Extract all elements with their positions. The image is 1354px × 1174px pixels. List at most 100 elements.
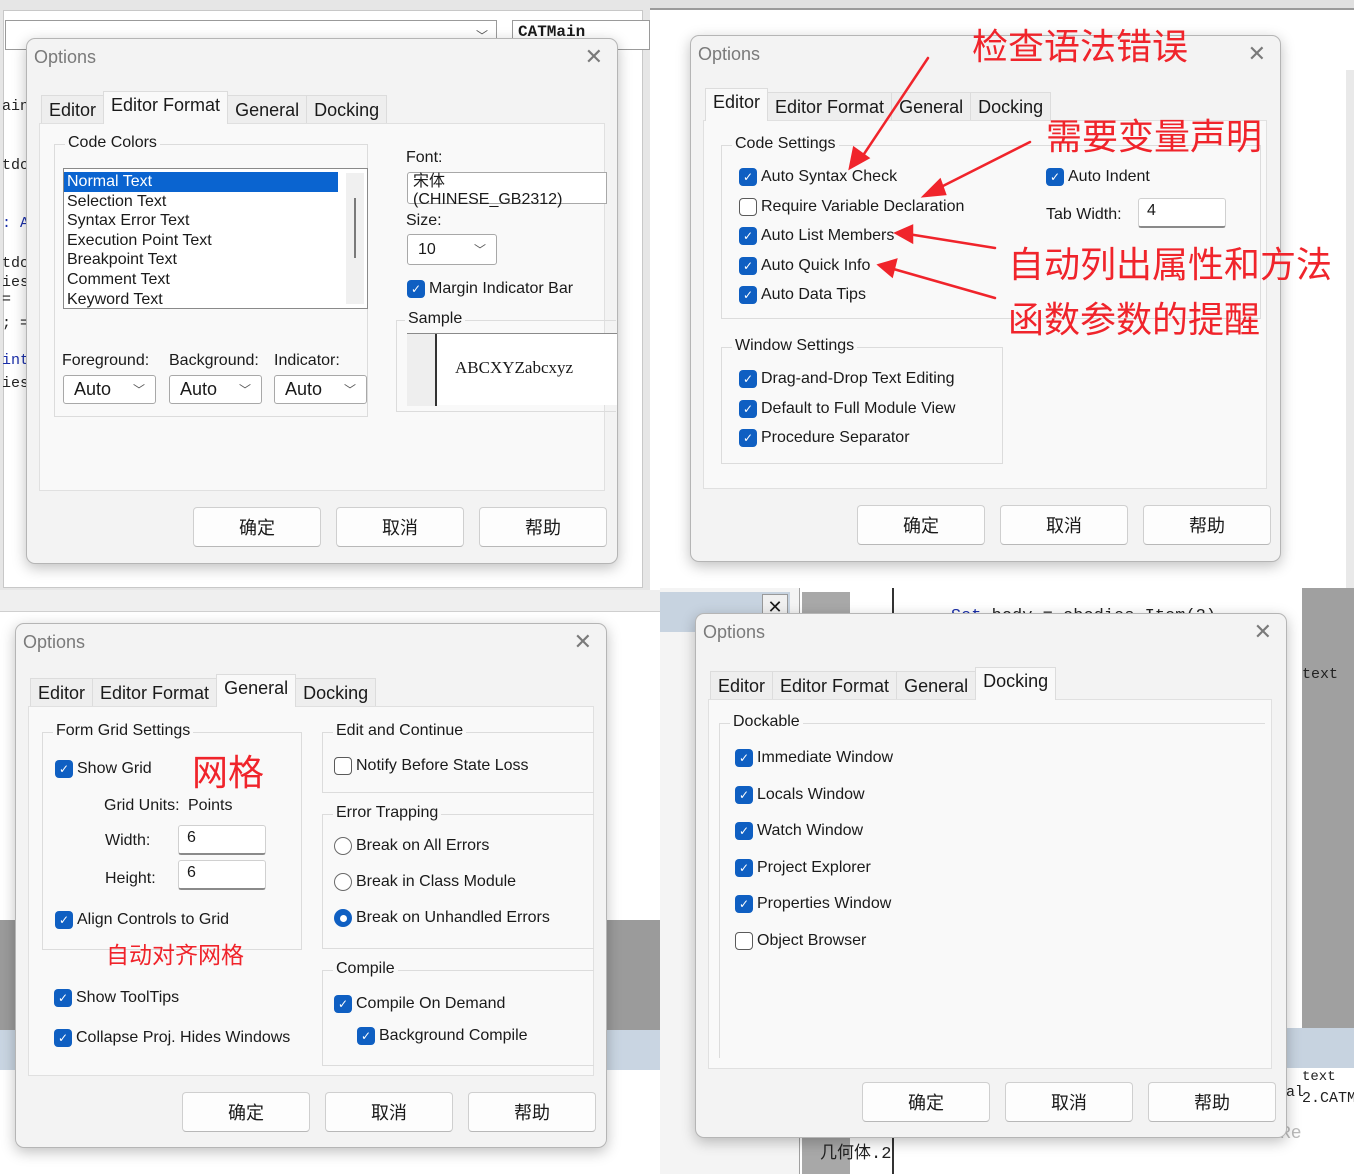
tab-general[interactable]: General [891, 92, 972, 121]
panel-docking: ✕ Set body = obodies.Item(2) text text 2… [660, 588, 1354, 1174]
break-in-class-module-radio[interactable]: Break in Class Module [334, 873, 516, 891]
tab-editor-format[interactable]: Editor Format [767, 92, 893, 121]
show-grid-checkbox[interactable]: ✓ Show Grid [55, 760, 152, 778]
ok-button[interactable]: 确定 [182, 1092, 310, 1132]
collapse-proj-checkbox[interactable]: ✓ Collapse Proj. Hides Windows [54, 1029, 290, 1047]
align-controls-checkbox[interactable]: ✓ Align Controls to Grid [55, 911, 229, 929]
scroll-thumb[interactable] [354, 198, 356, 258]
checkbox-icon: ✓ [357, 1027, 375, 1045]
tab-docking[interactable]: Docking [295, 678, 377, 707]
tab-general[interactable]: General [896, 671, 977, 700]
auto-indent-checkbox[interactable]: ✓ Auto Indent [1046, 168, 1150, 186]
tab-docking[interactable]: Docking [970, 92, 1052, 121]
tab-editor[interactable]: Editor [705, 88, 769, 121]
close-icon[interactable]: ✕ [585, 45, 603, 70]
annotation-quick-info: 函数参数的提醒 [1008, 300, 1261, 341]
list-item[interactable]: Syntax Error Text [64, 211, 367, 231]
size-select[interactable]: 10 ﹀ [407, 234, 497, 265]
cancel-button[interactable]: 取消 [1000, 505, 1128, 545]
help-button[interactable]: 帮助 [1148, 1082, 1276, 1122]
checkbox-label: Properties Window [757, 895, 892, 912]
cancel-button[interactable]: 取消 [325, 1092, 453, 1132]
auto-quick-info-checkbox[interactable]: ✓ Auto Quick Info [739, 256, 870, 275]
chevron-down-icon: ﹀ [343, 383, 356, 397]
ok-button[interactable]: 确定 [857, 505, 985, 545]
panel-general: Options ✕ Editor Editor Format General D… [0, 590, 660, 1174]
ok-button[interactable]: 确定 [193, 507, 321, 547]
show-tooltips-checkbox[interactable]: ✓ Show ToolTips [54, 989, 179, 1007]
require-variable-declaration-checkbox[interactable]: Require Variable Declaration [739, 197, 964, 216]
object-browser-checkbox[interactable]: Object Browser [735, 931, 866, 950]
checkbox-label: Show ToolTips [76, 989, 180, 1006]
background-compile-checkbox[interactable]: ✓ Background Compile [357, 1027, 528, 1045]
tab-docking[interactable]: Docking [975, 667, 1057, 700]
notify-state-loss-checkbox[interactable]: Notify Before State Loss [334, 757, 529, 775]
background-select[interactable]: Auto ﹀ [169, 375, 262, 404]
close-icon[interactable]: ✕ [1254, 620, 1272, 645]
auto-list-members-checkbox[interactable]: ✓ Auto List Members [739, 227, 894, 245]
tab-editor-format[interactable]: Editor Format [772, 671, 898, 700]
options-dialog: Options ✕ Editor Editor Format General D… [695, 613, 1287, 1138]
grid-height-input[interactable]: 6 [178, 860, 266, 890]
tab-editor-format[interactable]: Editor Format [92, 678, 218, 707]
list-item[interactable]: Comment Text [64, 270, 367, 290]
compile-on-demand-checkbox[interactable]: ✓ Compile On Demand [334, 995, 505, 1013]
list-item[interactable]: Keyword Text [64, 290, 367, 310]
edit-continue-group: Edit and Continue Notify Before State Lo… [322, 722, 594, 793]
tab-editor[interactable]: Editor [710, 671, 774, 700]
font-value: 宋体 (CHINESE_GB2312) [413, 173, 563, 208]
project-explorer-checkbox[interactable]: ✓ Project Explorer [735, 858, 871, 877]
auto-syntax-check-checkbox[interactable]: ✓ Auto Syntax Check [739, 168, 897, 186]
top-edge [650, 0, 1354, 10]
tab-general[interactable]: General [227, 95, 308, 124]
sample-text: ABCXYZabcxyz [455, 358, 574, 377]
background-right-blue [1280, 1028, 1354, 1068]
help-button[interactable]: 帮助 [468, 1092, 596, 1132]
checkbox-icon: ✓ [739, 256, 757, 275]
tab-panel: Form Grid Settings ✓ Show Grid Grid Units… [28, 706, 594, 1076]
close-icon[interactable]: ✕ [1248, 42, 1266, 67]
tab-editor[interactable]: Editor [30, 678, 94, 707]
tab-editor[interactable]: Editor [41, 95, 105, 124]
cancel-button[interactable]: 取消 [1005, 1082, 1133, 1122]
background-label: Background: [169, 352, 259, 369]
foreground-select[interactable]: Auto ﹀ [63, 375, 156, 404]
drag-and-drop-text-editing-checkbox[interactable]: ✓ Drag-and-Drop Text Editing [739, 370, 955, 388]
checkbox-label: Default to Full Module View [761, 399, 956, 417]
cancel-button[interactable]: 取消 [336, 507, 464, 547]
tab-strip: Editor Editor Format General Docking [41, 91, 388, 124]
dockable-label: Dockable [730, 713, 803, 731]
list-item[interactable]: Normal Text [64, 172, 338, 192]
default-to-full-module-view-checkbox[interactable]: ✓ Default to Full Module View [739, 399, 956, 418]
tab-width-input[interactable]: 4 [1138, 198, 1226, 228]
margin-indicator-bar-checkbox[interactable]: ✓ Margin Indicator Bar [407, 280, 573, 298]
tab-editor-format[interactable]: Editor Format [103, 91, 229, 124]
break-on-all-errors-radio[interactable]: Break on All Errors [334, 837, 489, 855]
immediate-window-checkbox[interactable]: ✓ Immediate Window [735, 749, 893, 767]
procedure-separator-checkbox[interactable]: ✓ Procedure Separator [739, 429, 910, 447]
help-button[interactable]: 帮助 [479, 507, 607, 547]
tab-general[interactable]: General [216, 674, 297, 707]
foreground-value: Auto [74, 379, 112, 399]
list-item[interactable]: Breakpoint Text [64, 250, 367, 270]
tab-docking[interactable]: Docking [306, 95, 388, 124]
checkbox-label: Immediate Window [757, 749, 894, 766]
annotation-syntax-check: 检查语法错误 [972, 27, 1189, 68]
auto-data-tips-checkbox[interactable]: ✓ Auto Data Tips [739, 286, 866, 304]
scrollbar[interactable] [346, 173, 364, 304]
watch-window-checkbox[interactable]: ✓ Watch Window [735, 822, 863, 840]
close-icon[interactable]: ✕ [574, 630, 592, 655]
code-colors-list[interactable]: Normal Text Selection Text Syntax Error Te… [63, 168, 368, 309]
grid-width-input[interactable]: 6 [178, 825, 266, 855]
ok-button[interactable]: 确定 [862, 1082, 990, 1122]
break-on-unhandled-errors-radio[interactable]: Break on Unhandled Errors [334, 909, 550, 927]
locals-window-checkbox[interactable]: ✓ Locals Window [735, 785, 865, 804]
list-item[interactable]: Execution Point Text [64, 231, 367, 251]
help-button[interactable]: 帮助 [1143, 505, 1271, 545]
list-item[interactable]: Selection Text [64, 192, 367, 212]
font-select[interactable]: 宋体 (CHINESE_GB2312) [407, 172, 607, 208]
properties-window-checkbox[interactable]: ✓ Properties Window [735, 895, 891, 913]
error-trapping-group: Error Trapping Break on All Errors Break … [322, 804, 594, 949]
radio-label: Break in Class Module [356, 873, 517, 890]
indicator-select[interactable]: Auto ﹀ [274, 375, 367, 404]
